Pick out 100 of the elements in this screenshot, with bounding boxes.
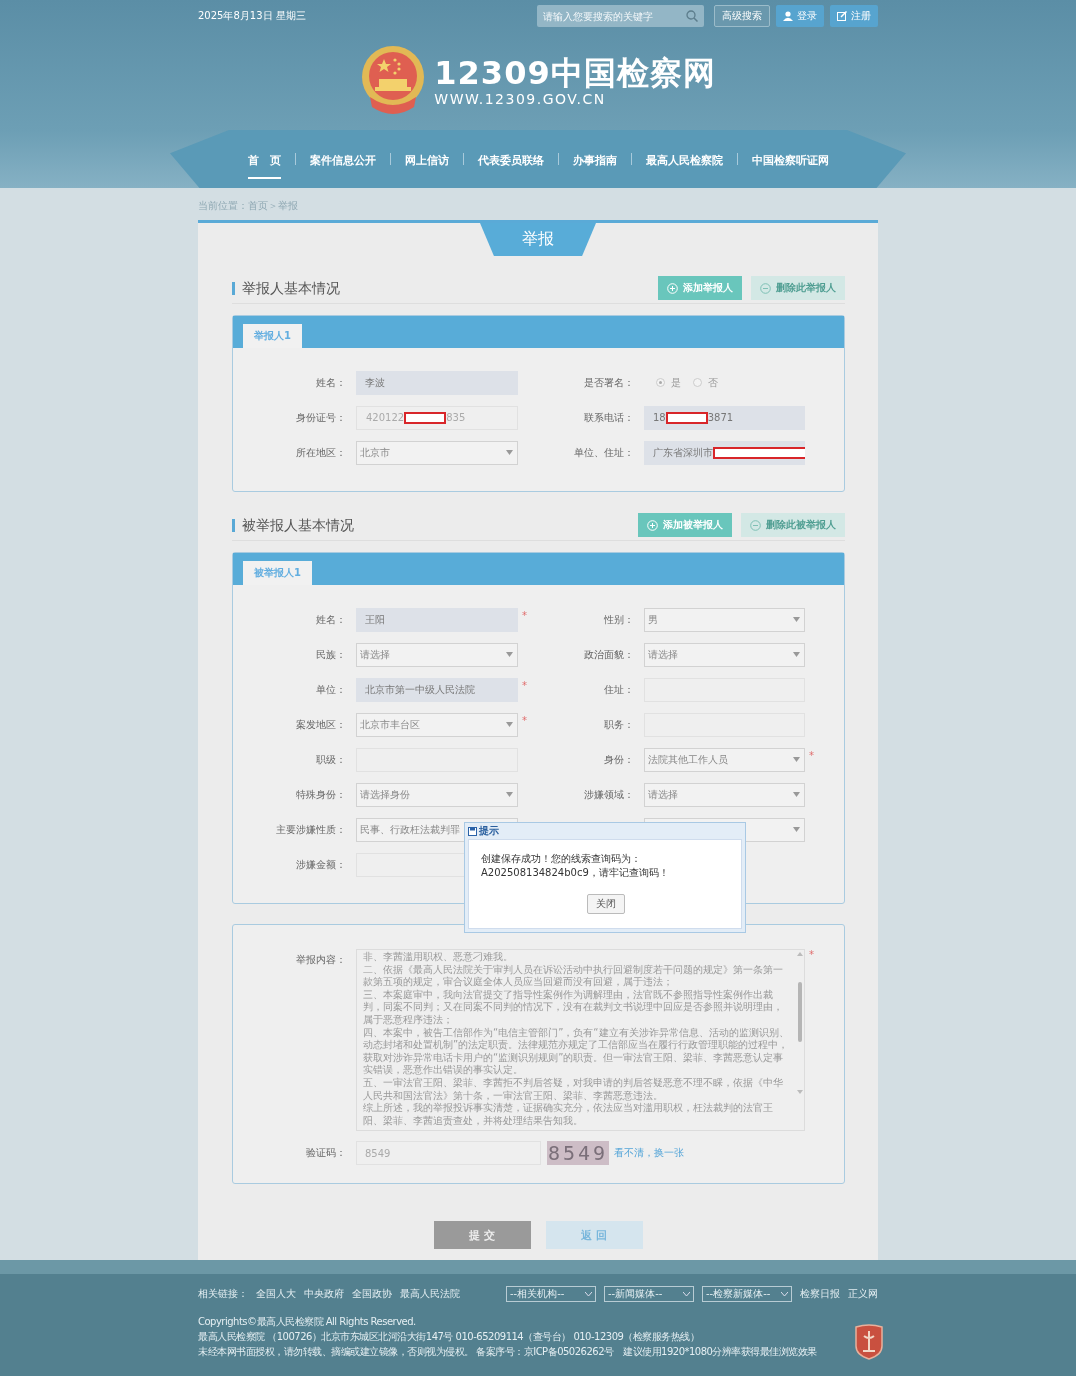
nav-tab[interactable]: 办事指南 [558, 139, 631, 179]
refresh-captcha-link[interactable]: 看不清，换一张 [614, 1146, 684, 1161]
search-field[interactable]: 请输入您要搜索的关键字 [537, 5, 704, 27]
input-field[interactable]: 18 3871 [644, 405, 805, 430]
select-field[interactable]: 请选择 [644, 782, 805, 807]
radio-button[interactable] [656, 378, 665, 387]
dialog-title: 提示 [479, 824, 499, 838]
report-paragraph: 非、李茜滥用职权、恶意刁难我。 [363, 951, 514, 964]
plus-circle-icon [647, 519, 658, 531]
field-label: 姓名： [315, 375, 346, 390]
register-button[interactable]: 注册 [830, 5, 878, 27]
nav-tab[interactable]: 最高人民检察院 [631, 139, 737, 179]
remove-button[interactable]: 删除此被举报人 [741, 513, 845, 537]
user-icon [783, 11, 793, 21]
input-field[interactable]: 王阳 [356, 607, 518, 632]
footer-link[interactable]: 中央政府 [304, 1287, 344, 1301]
shield-badge-icon [854, 1324, 884, 1360]
back-button[interactable]: 返 回 [545, 1221, 643, 1250]
field-label: 是否署名： [583, 375, 634, 390]
field-label: 单位、住址： [573, 445, 634, 460]
add-button[interactable]: 添加举报人 [658, 276, 742, 300]
field-label: 性别： [603, 612, 634, 627]
field-label: 主要涉嫌性质： [275, 822, 346, 837]
input-field[interactable]: 北京市第一中级人民法院 [356, 677, 518, 702]
date-text: 2025年8月13日 星期三 [198, 9, 307, 23]
field-label: 单位： [315, 682, 346, 697]
select-value: 请选择 [648, 647, 678, 662]
submit-button[interactable]: 提 交 [433, 1221, 531, 1250]
footer-link[interactable]: 全国政协 [352, 1287, 392, 1301]
select-field[interactable]: 北京市丰台区 [356, 712, 518, 737]
radio-option[interactable]: 否 [693, 375, 718, 390]
nav-tab[interactable]: 网上信访 [390, 139, 463, 179]
select-value: 北京市丰台区 [360, 717, 420, 732]
remove-button[interactable]: 删除此举报人 [751, 276, 845, 300]
nav-tab[interactable]: 代表委员联络 [463, 139, 558, 179]
caret-icon [506, 652, 513, 657]
tab[interactable]: 被举报人1 [243, 561, 312, 585]
caret-icon [793, 792, 800, 797]
required-mark: * [808, 749, 815, 761]
input-field[interactable]: 420122 835 [356, 405, 518, 430]
field-label: 职务： [603, 717, 634, 732]
minus-circle-icon [750, 519, 761, 531]
select-field[interactable]: 请选择身份 [356, 782, 518, 807]
nav-tab[interactable]: 案件信息公开 [295, 139, 390, 179]
select-value: 请选择 [648, 787, 678, 802]
captcha-field[interactable]: 8549 [356, 1141, 541, 1166]
textarea-field[interactable] [356, 949, 805, 1132]
footer-link[interactable]: 正义网 [848, 1287, 878, 1301]
field-label: 身份： [603, 752, 634, 767]
select-field[interactable]: --检察新媒体-- [702, 1286, 792, 1302]
field-label: 验证码： [305, 1146, 346, 1161]
login-button[interactable]: 登录 [776, 5, 824, 27]
select-field[interactable]: 法院其他工作人员 [644, 747, 805, 772]
site-url: WWW.12309.GOV.CN [434, 91, 607, 107]
select-value: --新闻媒体-- [608, 1287, 663, 1301]
links-label: 相关链接： [198, 1287, 248, 1301]
captcha-image: 8549 [547, 1141, 609, 1166]
input-field[interactable]: 李波 [356, 370, 518, 395]
footer-link[interactable]: 检察日报 [800, 1287, 840, 1301]
select-field[interactable]: 请选择 [356, 642, 518, 667]
caret-icon [793, 757, 800, 762]
footer-link[interactable]: 全国人大 [256, 1287, 296, 1301]
section-title: 被举报人基本情况 [232, 518, 629, 532]
select-value: 男 [648, 612, 658, 627]
radio-button[interactable] [693, 378, 702, 387]
footer-link[interactable]: 最高人民法院 [400, 1287, 460, 1301]
select-field[interactable]: --新闻媒体-- [604, 1286, 694, 1302]
select-value: --检察新媒体-- [706, 1287, 771, 1301]
advanced-search-button[interactable]: 高级搜索 [714, 5, 770, 27]
report-paragraph: 综上所述，我的举报投诉事实清楚，证据确实充分，依法应当对滥用职权，枉法裁判的法官王阳、梁菲、李茜追责查处，并将处理结果告知我。 [363, 1102, 774, 1128]
select-value: 民事、行政枉法裁判罪 [360, 822, 460, 837]
required-mark: * [808, 949, 815, 962]
save-icon [468, 826, 477, 836]
report-paragraph: 三、本案庭审中，我向法官提交了指导性案例作为调解理由，法官既不参照指导性案例作出裁判，同案不同判；又在同案不同判的情况下，没有在裁判文书说理中回应是否参照并说明理由，属于恶意程序违法； [363, 988, 784, 1027]
select-field[interactable]: 北京市 [356, 440, 518, 465]
field-label: 特殊身份： [295, 787, 346, 802]
field-label: 职级： [315, 752, 346, 767]
select-field[interactable]: --相关机构-- [506, 1286, 596, 1302]
field-label: 涉嫌领域： [583, 787, 634, 802]
field-label: 案发地区： [295, 717, 346, 732]
select-field[interactable]: 请选择 [644, 642, 805, 667]
nav-tab[interactable]: 中国检察听证网 [737, 139, 843, 179]
tab[interactable]: 举报人1 [243, 324, 302, 348]
radio-option[interactable]: 是 [656, 375, 681, 390]
required-mark: * [521, 609, 528, 621]
footer-text: 未经本网书面授权，请勿转载、摘编或建立镜像，否则视为侵权。 备案序号：京ICP备05026262号 建议使用1920*1080分辨率获得最佳浏览效果 [198, 1345, 818, 1359]
select-value: --相关机构-- [510, 1287, 565, 1301]
close-button[interactable]: 关闭 [587, 894, 625, 914]
dialog-message: 创建保存成功！您的线索查询码为： A202508134824b0c9，请牢记查询码！ [481, 852, 670, 880]
field-label: 民族： [315, 647, 346, 662]
field-label: 举报内容： [295, 953, 346, 967]
input-field[interactable]: 广东省深圳市 [644, 440, 805, 465]
caret-icon [585, 1291, 592, 1297]
add-button[interactable]: 添加被举报人 [638, 513, 732, 537]
select-field[interactable]: 男 [644, 607, 805, 632]
caret-icon [793, 617, 800, 622]
emblem-icon [360, 45, 427, 117]
caret-icon [793, 652, 800, 657]
footer-text: Copyrights©最高人民检察院 All Rights Reserved. [198, 1315, 417, 1329]
edit-icon [837, 11, 847, 21]
